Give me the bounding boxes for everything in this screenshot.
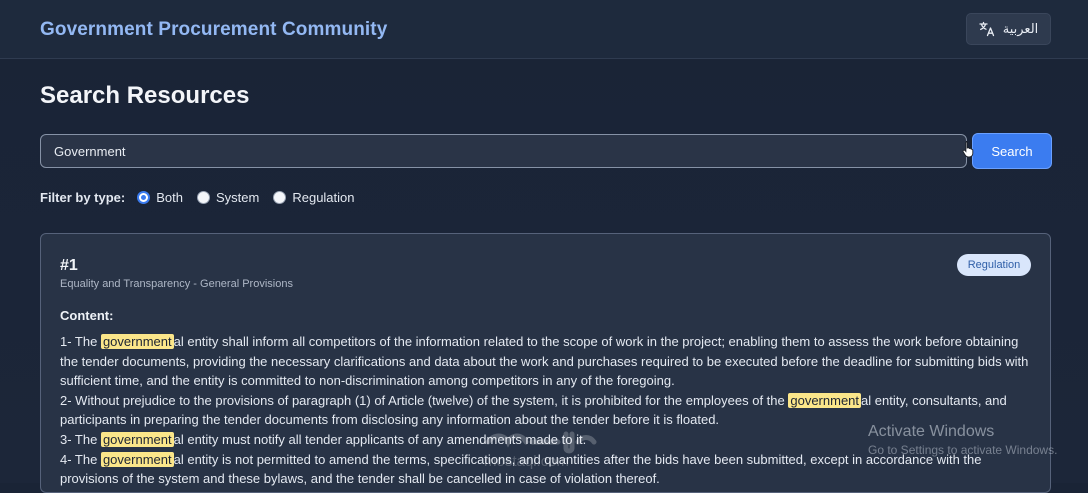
content-text: al entity shall inform all competitors o… xyxy=(60,334,1029,389)
search-highlight: government xyxy=(100,334,174,349)
content-text: 4- The xyxy=(60,451,101,467)
radio-regulation[interactable] xyxy=(273,190,287,204)
type-badge: Regulation xyxy=(957,254,1031,276)
filter-option-label: Regulation xyxy=(292,189,355,205)
filter-option-label: Both xyxy=(156,189,183,205)
mouse-cursor-icon xyxy=(962,141,974,158)
search-highlight: government xyxy=(100,431,174,447)
activate-windows-title: Activate Windows xyxy=(868,423,995,440)
result-number: #1 xyxy=(60,257,78,274)
search-button[interactable]: Search xyxy=(972,133,1052,169)
filter-option-label: System xyxy=(216,189,260,205)
top-bar: Government Procurement Community العربية xyxy=(0,0,1088,59)
mostaql-watermark-logo: mostaql.com xyxy=(484,431,597,470)
content-text: 3- The xyxy=(60,431,101,447)
page-title: Search Resources xyxy=(40,82,250,109)
language-label: العربية xyxy=(1002,21,1039,36)
filter-option-regulation[interactable]: Regulation xyxy=(273,189,355,205)
filter-option-system[interactable]: System xyxy=(197,190,259,205)
translate-icon xyxy=(979,21,994,37)
type-filter: Filter by type: Both System Regulation xyxy=(40,189,369,205)
logo-text: mostaql.com xyxy=(484,453,569,470)
content-label: Content: xyxy=(60,308,114,323)
search-input[interactable]: Government xyxy=(40,134,967,168)
content-text: 2- Without prejudice to the provisions o… xyxy=(60,392,789,408)
app-title: Government Procurement Community xyxy=(40,19,388,40)
radio-both[interactable] xyxy=(137,190,151,204)
search-highlight: government xyxy=(100,451,174,467)
language-toggle-button[interactable]: العربية xyxy=(966,13,1051,45)
filter-option-both[interactable]: Both xyxy=(137,190,183,205)
content-text: 1- The xyxy=(60,334,101,349)
content-paragraph: 1- The government al entity shall inform … xyxy=(60,332,1035,391)
radio-system[interactable] xyxy=(197,190,210,204)
search-highlight: government xyxy=(788,392,862,408)
filter-label: Filter by type: xyxy=(40,189,126,205)
result-subtitle: Equality and Transparency - General Prov… xyxy=(60,278,293,290)
search-query-text: Government xyxy=(54,143,126,159)
activate-windows-subtitle: Go to Settings to activate Windows. xyxy=(868,443,1058,457)
